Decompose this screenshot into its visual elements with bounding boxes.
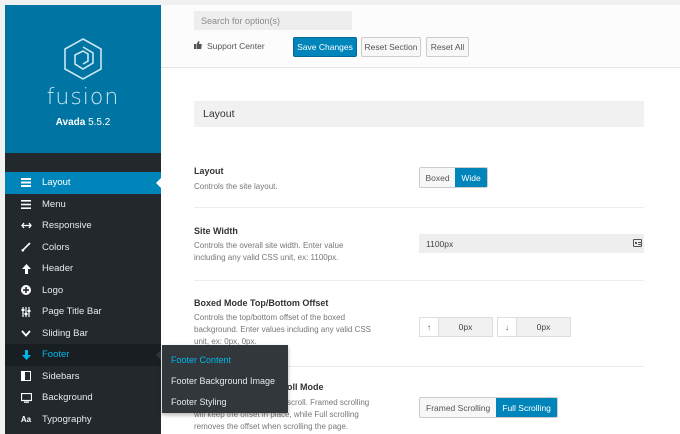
sidebar-item-typography[interactable]: Aa Typography: [5, 409, 161, 431]
sidebar-item-colors[interactable]: Colors: [5, 237, 161, 259]
field-title: Site Width: [194, 226, 238, 236]
option-boxed[interactable]: Boxed: [420, 168, 455, 187]
menu-icon: [18, 199, 34, 209]
chevron-down-icon: [18, 330, 34, 337]
sidebar-item-label: Sliding Bar: [42, 327, 88, 339]
offset-top-input[interactable]: [439, 317, 493, 337]
monitor-icon: [18, 392, 34, 403]
layout-toggle: Boxed Wide: [419, 167, 488, 188]
submenu-item-footer-background-image[interactable]: Footer Background Image: [162, 370, 288, 391]
brand-wordmark: fusion: [46, 85, 120, 110]
offset-top: ↑: [419, 317, 493, 337]
options-nav: Layout Menu Responsive Colors Header Log…: [5, 172, 162, 431]
field-title: Boxed Mode Top/Bottom Offset: [194, 298, 329, 308]
sidebar-item-sliding-bar[interactable]: Sliding Bar: [5, 323, 161, 345]
reset-section-button[interactable]: Reset Section: [361, 37, 421, 57]
field-title: oll Mode: [287, 382, 324, 392]
sliders-icon: [18, 306, 34, 317]
submenu-item-footer-styling[interactable]: Footer Styling: [162, 391, 288, 412]
sidebar-icon: [18, 371, 34, 382]
brush-icon: [18, 242, 34, 252]
section-title: Layout: [194, 101, 644, 127]
id-card-icon: [633, 239, 642, 247]
sidebar-item-layout[interactable]: Layout: [5, 172, 162, 194]
sidebar-item-sidebars[interactable]: Sidebars: [5, 366, 161, 388]
sidebar-item-label: Header: [42, 263, 74, 275]
arrow-up-icon: ↑: [419, 317, 439, 337]
scroll-mode-toggle: Framed Scrolling Full Scrolling: [419, 397, 558, 418]
offset-bottom-input[interactable]: [517, 317, 571, 337]
sidebar-item-label: Sidebars: [42, 370, 80, 382]
options-toolbar: Support Center Save Changes Reset Sectio…: [161, 5, 680, 68]
sidebar-item-label: Footer: [42, 349, 70, 361]
field-description-line: scroll. Framed scrolling: [287, 398, 370, 407]
sidebar-item-logo[interactable]: Logo: [5, 280, 161, 302]
sidebar-item-menu[interactable]: Menu: [5, 194, 161, 216]
sidebar-item-responsive[interactable]: Responsive: [5, 215, 161, 237]
reset-all-button[interactable]: Reset All: [426, 37, 469, 57]
typography-icon: Aa: [20, 414, 32, 424]
sidebar-item-page-title-bar[interactable]: Page Title Bar: [5, 301, 161, 323]
sidebar-item-label: Colors: [42, 241, 70, 253]
sidebar-item-label: Typography: [42, 413, 92, 425]
field-description-line: removes the offset when scrolling the pa…: [194, 422, 349, 431]
site-width-input[interactable]: [419, 234, 644, 253]
layout-icon: [18, 178, 34, 188]
arrows-horizontal-icon: [18, 222, 34, 229]
field-description: Controls the top/bottom offset of the bo…: [194, 313, 371, 346]
sidebar-item-label: Background: [42, 392, 93, 404]
sidebar-item-footer[interactable]: Footer: [5, 344, 162, 366]
field-title: Layout: [194, 166, 224, 176]
arrow-down-icon: [18, 349, 34, 360]
sidebar: fusion Avada 5.5.2 Layout Menu Responsiv…: [5, 5, 162, 434]
sidebar-item-label: Logo: [42, 284, 64, 296]
thumbs-up-icon: [194, 41, 202, 51]
arrow-down-icon: ↓: [497, 317, 517, 337]
option-wide[interactable]: Wide: [455, 168, 487, 187]
footer-submenu: Footer Content Footer Background Image F…: [162, 345, 288, 413]
submenu-item-footer-content[interactable]: Footer Content: [162, 349, 288, 370]
brand-version: Avada 5.5.2: [55, 117, 111, 128]
search-input[interactable]: [194, 11, 352, 30]
arrow-up-icon: [18, 263, 34, 274]
option-full-scrolling[interactable]: Full Scrolling: [496, 398, 557, 417]
brand-panel: fusion Avada 5.5.2: [5, 5, 161, 153]
sidebar-item-header[interactable]: Header: [5, 258, 161, 280]
field-description: Controls the overall site width. Enter v…: [194, 241, 344, 262]
plus-circle-icon: [18, 285, 34, 296]
save-changes-button[interactable]: Save Changes: [293, 37, 357, 57]
sidebar-item-label: Layout: [42, 177, 71, 189]
field-description: Controls the site layout.: [194, 182, 278, 191]
fusion-logo-icon: [64, 38, 102, 80]
support-center-link[interactable]: Support Center: [194, 41, 265, 51]
offset-bottom: ↓: [497, 317, 571, 337]
sidebar-item-label: Page Title Bar: [42, 306, 102, 318]
sidebar-item-label: Menu: [42, 198, 66, 210]
option-framed-scrolling[interactable]: Framed Scrolling: [420, 398, 496, 417]
sidebar-item-background[interactable]: Background: [5, 387, 161, 409]
support-center-label: Support Center: [207, 41, 265, 51]
sidebar-item-label: Responsive: [42, 220, 92, 232]
